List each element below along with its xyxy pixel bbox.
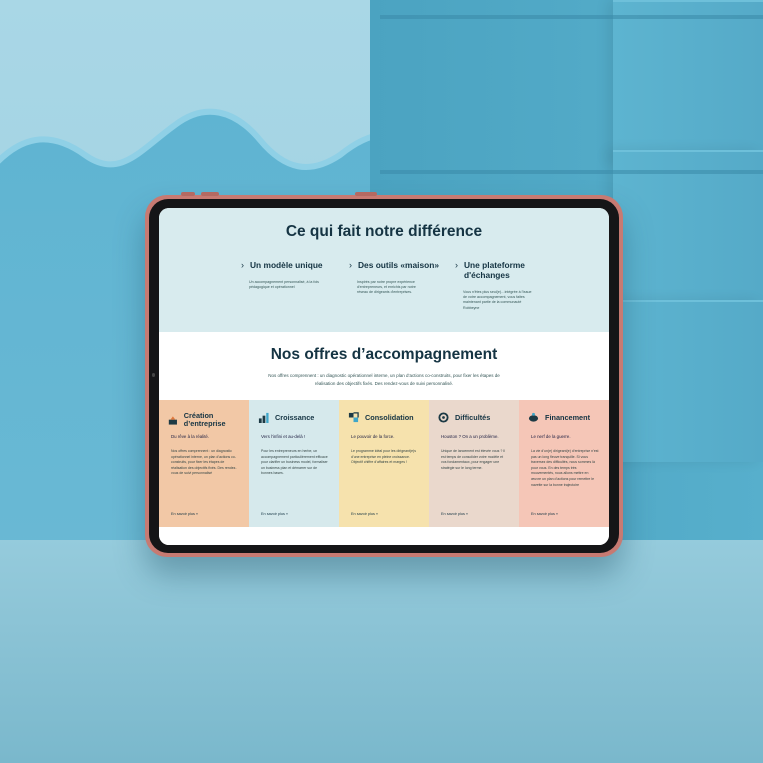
- chevron-right-icon: ›: [241, 260, 244, 270]
- difference-item-title: Un modèle unique: [250, 260, 323, 270]
- tablet-device: Ce qui fait notre différence › Un modèle…: [145, 192, 623, 557]
- tablet-power-button: [355, 192, 377, 196]
- offer-card-difficulties: Difficultés Houston ? On a un problème. …: [429, 400, 519, 527]
- offer-title: Consolidation: [365, 412, 414, 422]
- offer-tagline: Le nerf de la guerre.: [531, 434, 571, 439]
- offers-intro: Nos offres comprennent : un diagnostic o…: [268, 373, 500, 386]
- difference-item-text: Vous n'êtes plus seul(e)…intégrée à l'is…: [463, 290, 532, 310]
- offer-description: Le programme idéal pour les dirigeant(e)…: [351, 449, 416, 465]
- difference-item-title: Une plateforme d'échanges: [464, 260, 525, 280]
- difference-item-title: Des outils «maison»: [358, 260, 439, 270]
- offer-card-financing: Financement Le nerf de la guerre. La vie…: [519, 400, 609, 527]
- creation-icon: [168, 415, 177, 425]
- offer-more-link[interactable]: En savoir plus »: [261, 512, 288, 516]
- offer-description: Pour les entrepreneurs en herbe, un acco…: [261, 449, 328, 476]
- offer-description: La vie d’un(e) dirigeant(e) d’entreprise…: [531, 449, 599, 487]
- difficulties-icon: [438, 412, 449, 423]
- offer-more-link[interactable]: En savoir plus »: [171, 512, 198, 516]
- tablet-volume-button: [201, 192, 219, 196]
- offer-title: Difficultés: [455, 412, 491, 422]
- offer-card-creation: Création d’entreprise Du rêve à la réali…: [159, 400, 249, 527]
- offer-description: Unique de lancement est élevée vous ? Il…: [441, 449, 506, 470]
- offer-card-growth: Croissance Vers l’infini et au-delà ! Po…: [249, 400, 339, 527]
- difference-item-text: Un accompagnement personnalisé, à la foi…: [249, 280, 319, 290]
- growth-icon: [258, 412, 269, 423]
- background-plank-line: [380, 15, 763, 19]
- offer-tagline: Le pouvoir de la force.: [351, 434, 395, 439]
- offer-title: Création d’entreprise: [183, 411, 226, 428]
- difference-item-text: Inspirés par notre propre expérience d'e…: [357, 280, 416, 295]
- difference-item: › Des outils «maison» Inspirés par notre…: [349, 260, 439, 296]
- background-step: [613, 150, 763, 312]
- difference-section: Ce qui fait notre différence › Un modèle…: [159, 208, 609, 332]
- difference-item: › Un modèle unique Un accompagnement per…: [241, 260, 331, 290]
- chevron-right-icon: ›: [349, 260, 352, 270]
- offer-more-link[interactable]: En savoir plus »: [351, 512, 378, 516]
- consolidation-icon: [348, 412, 359, 423]
- chevron-right-icon: ›: [455, 260, 458, 270]
- tablet-volume-button: [181, 192, 195, 196]
- offer-description: Nos offres comprennent : un diagnostic o…: [171, 449, 237, 476]
- tablet-screen: Ce qui fait notre différence › Un modèle…: [159, 208, 609, 545]
- tablet-camera: [152, 373, 155, 377]
- background-step: [613, 300, 763, 462]
- offer-tagline: Vers l’infini et au-delà !: [261, 434, 306, 439]
- offer-title: Croissance: [275, 412, 315, 422]
- background-step: [613, 0, 763, 162]
- offer-tagline: Houston ? On a un problème.: [441, 434, 499, 439]
- offers-title: Nos offres d’accompagnement: [270, 346, 498, 363]
- difference-title: Ce qui fait notre différence: [285, 223, 483, 240]
- offer-title: Financement: [545, 412, 591, 422]
- page-bottom-strip: [159, 527, 609, 545]
- difference-item: › Une plateforme d'échanges Vous n'êtes …: [455, 260, 545, 311]
- offer-more-link[interactable]: En savoir plus »: [441, 512, 468, 516]
- offer-more-link[interactable]: En savoir plus »: [531, 512, 558, 516]
- background-plank-line: [380, 170, 763, 174]
- offers-grid: Création d’entreprise Du rêve à la réali…: [159, 400, 609, 527]
- offer-card-consolidation: Consolidation Le pouvoir de la force. Le…: [339, 400, 429, 527]
- background-floor: [0, 540, 763, 763]
- piggy-bank-icon: [528, 412, 539, 422]
- offer-tagline: Du rêve à la réalité.: [171, 434, 210, 439]
